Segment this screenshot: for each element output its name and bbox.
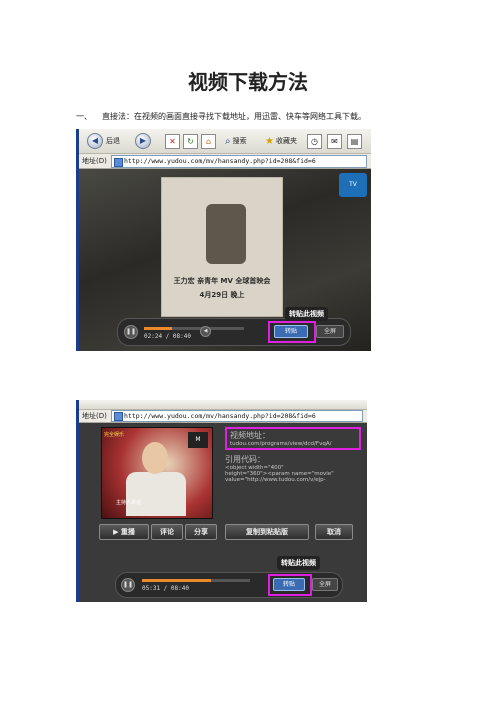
- print-button[interactable]: ▤: [347, 133, 362, 149]
- performer-body: [126, 472, 186, 516]
- poster-line-1: 王力宏 亲青年 MV 全球首映会: [173, 277, 271, 285]
- favorites-button[interactable]: ★ 收藏夹: [265, 133, 297, 149]
- link-value: tudou.com/programs/view/dcd/FvqA/: [230, 441, 332, 447]
- channel-logo: TV: [339, 173, 367, 197]
- share-panel: 视频地址： tudou.com/programs/view/dcd/FvqA/ …: [225, 427, 361, 522]
- address-url: http://www.yudou.com/mv/hansandy.php?id=…: [124, 157, 316, 165]
- embed-line-3[interactable]: value="http://www.tudou.com/v/ejp-: [225, 477, 361, 483]
- player-controls: ❚❚ 05:31 / 08:40 转贴 全屏: [115, 572, 343, 598]
- history-button[interactable]: ◷: [307, 133, 322, 149]
- address-bar: 地址(D) http://www.yudou.com/mv/hansandy.p…: [79, 154, 371, 169]
- poster-image: 王力宏 亲青年 MV 全球首映会 4月29日 晚上: [161, 177, 283, 317]
- fullscreen-button[interactable]: 全屏: [312, 578, 338, 591]
- mail-button[interactable]: ✉: [327, 133, 342, 149]
- video-link-box[interactable]: 视频地址： tudou.com/programs/view/dcd/FvqA/: [225, 427, 361, 450]
- forward-arrow-icon: ▶: [135, 133, 151, 149]
- intro-text: 直接法：在视频的画面直接寻找下载地址，用迅雷、快车等网络工具下载。: [102, 112, 366, 121]
- address-label: 地址(D): [82, 412, 107, 420]
- home-button[interactable]: ⌂: [201, 133, 216, 149]
- show-tag: 完全娱乐: [104, 432, 125, 438]
- browser-toolbar: [79, 400, 367, 410]
- search-icon: ⌕: [225, 135, 231, 147]
- page-icon: [114, 412, 123, 421]
- browser-toolbar: ◀ 后退 ▶ ✕ ↻ ⌂ ⌕ 搜索 ★ 收藏夹 ◷ ✉ ▤: [79, 129, 371, 154]
- address-label: 地址(D): [82, 157, 107, 165]
- progress-fill: [142, 579, 212, 582]
- screenshot-figure-2: 地址(D) http://www.yudou.com/mv/hansandy.p…: [76, 400, 367, 602]
- page-title: 视频下载方法: [188, 70, 308, 94]
- pause-button[interactable]: ❚❚: [121, 578, 135, 592]
- embed-label: 引用代码：: [225, 455, 265, 464]
- back-button[interactable]: ◀ 后退: [87, 133, 120, 149]
- address-bar: 地址(D) http://www.yudou.com/mv/hansandy.p…: [79, 410, 367, 423]
- replay-button[interactable]: ▶ 重播: [99, 524, 149, 540]
- video-caption: 主持人讲话: [116, 500, 142, 506]
- volume-icon[interactable]: ◀: [200, 326, 211, 337]
- screenshot-figure-1: ◀ 后退 ▶ ✕ ↻ ⌂ ⌕ 搜索 ★ 收藏夹 ◷ ✉ ▤ 地址(D) http://…: [76, 129, 371, 351]
- progress-bar[interactable]: [142, 579, 250, 582]
- star-icon: ★: [265, 135, 274, 147]
- poster-line-2: 4月29日 晚上: [199, 291, 245, 299]
- favorites-label: 收藏夹: [275, 137, 297, 145]
- intro-line: 一、 直接法：在视频的画面直接寻找下载地址，用迅雷、快车等网络工具下载。: [76, 111, 366, 122]
- forward-button[interactable]: ▶: [135, 133, 151, 149]
- video-thumbnail[interactable]: M 完全娱乐 主持人讲话: [101, 427, 213, 519]
- repost-button[interactable]: 转贴: [273, 578, 305, 591]
- print-icon: ▤: [347, 133, 362, 149]
- copy-button[interactable]: 复制到粘贴版: [225, 524, 309, 540]
- link-label: 视频地址：: [230, 431, 270, 440]
- repost-button[interactable]: 转贴: [274, 325, 308, 338]
- back-arrow-icon: ◀: [87, 133, 103, 149]
- pause-button[interactable]: ❚❚: [124, 325, 138, 339]
- back-label: 后退: [106, 137, 120, 145]
- video-frame[interactable]: 王力宏 亲青年 MV 全球首映会 4月29日 晚上 TV ❚❚ 02:24 / …: [79, 169, 371, 351]
- intro-number: 一、: [76, 112, 92, 121]
- time-readout: 02:24 / 08:40: [144, 333, 191, 340]
- address-input[interactable]: http://www.yudou.com/mv/hansandy.php?id=…: [111, 155, 367, 168]
- home-icon: ⌂: [201, 133, 216, 149]
- address-input[interactable]: http://www.yudou.com/mv/hansandy.php?id=…: [111, 410, 363, 422]
- cancel-button[interactable]: 取消: [315, 524, 353, 540]
- search-button[interactable]: ⌕ 搜索: [225, 133, 247, 149]
- channel-logo: M: [188, 432, 208, 448]
- address-url: http://www.yudou.com/mv/hansandy.php?id=…: [124, 412, 316, 420]
- time-readout: 05:31 / 08:40: [142, 585, 189, 592]
- progress-bar[interactable]: [144, 327, 244, 330]
- poster-photo: [206, 204, 246, 264]
- mail-icon: ✉: [327, 133, 342, 149]
- history-icon: ◷: [307, 133, 322, 149]
- repost-tooltip: 转贴此视频: [285, 307, 328, 321]
- progress-fill: [144, 327, 172, 330]
- refresh-icon: ↻: [183, 133, 198, 149]
- comment-button[interactable]: 评论: [151, 524, 183, 540]
- fullscreen-button[interactable]: 全屏: [316, 325, 344, 338]
- refresh-button[interactable]: ↻: [183, 133, 198, 149]
- stop-icon: ✕: [165, 133, 180, 149]
- player-controls: ❚❚ 02:24 / 08:40 ◀ 转贴 全屏: [117, 318, 351, 346]
- repost-tooltip: 转贴此视频: [277, 556, 320, 570]
- performer-face: [142, 442, 168, 474]
- search-label: 搜索: [232, 137, 247, 145]
- share-button[interactable]: 分享: [185, 524, 217, 540]
- stop-button[interactable]: ✕: [165, 133, 180, 149]
- page-icon: [114, 158, 123, 167]
